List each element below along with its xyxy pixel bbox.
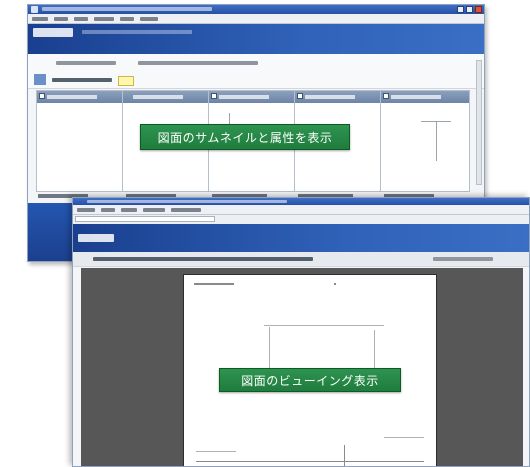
app-banner (28, 24, 484, 54)
page-input[interactable] (118, 76, 134, 86)
menu-item[interactable] (120, 16, 134, 21)
window-maximize-icon[interactable] (466, 6, 473, 13)
menu-item[interactable] (143, 207, 165, 212)
vertical-scrollbar[interactable] (476, 60, 482, 185)
column-header (305, 95, 355, 99)
viewer-toolbar (73, 252, 529, 267)
sidebar (28, 203, 72, 261)
menu-item[interactable] (140, 16, 158, 21)
thumbnail-column[interactable] (37, 91, 123, 191)
thumbnail-column[interactable] (381, 91, 469, 191)
address-input[interactable] (75, 216, 215, 222)
window-minimize-icon[interactable] (457, 6, 464, 13)
zoom-controls[interactable] (433, 257, 493, 261)
drawing-viewer[interactable] (81, 268, 523, 466)
menu-item[interactable] (171, 207, 201, 212)
toolbar (28, 54, 484, 73)
menu-item[interactable] (101, 207, 115, 212)
column-checkbox[interactable] (39, 93, 45, 99)
menu-item[interactable] (32, 16, 48, 21)
toolbar-info (138, 61, 258, 65)
title-bar (28, 5, 484, 14)
app-icon (31, 6, 38, 13)
window-close-icon[interactable] (475, 6, 482, 13)
menu-item[interactable] (54, 16, 68, 21)
title-bar (73, 198, 529, 205)
window-title (87, 200, 287, 203)
menu-item[interactable] (121, 207, 137, 212)
menu-item[interactable] (77, 207, 95, 212)
viewing-callout: 図面のビューイング表示 (219, 368, 401, 392)
column-checkbox[interactable] (211, 93, 217, 99)
column-header (47, 95, 97, 99)
folder-icon (34, 74, 46, 85)
drawing-viewer-window (72, 197, 530, 467)
column-checkbox[interactable] (297, 93, 303, 99)
viewer-tools[interactable] (93, 257, 313, 261)
column-checkbox[interactable] (383, 93, 389, 99)
app-logo (33, 28, 73, 37)
thumbnail-callout: 図面のサムネイルと属性を表示 (140, 124, 350, 150)
menu-item[interactable] (94, 16, 114, 21)
column-header (391, 95, 441, 99)
column-header (219, 95, 269, 99)
menu-bar (73, 205, 529, 215)
window-title (42, 7, 212, 11)
menu-item[interactable] (74, 16, 88, 21)
page-label (52, 78, 112, 82)
menu-bar (28, 14, 484, 24)
app-banner (73, 224, 529, 252)
banner-title (82, 30, 192, 34)
app-logo (78, 234, 114, 242)
breadcrumb (56, 61, 116, 65)
paging-row (28, 72, 484, 89)
column-header (133, 95, 183, 99)
